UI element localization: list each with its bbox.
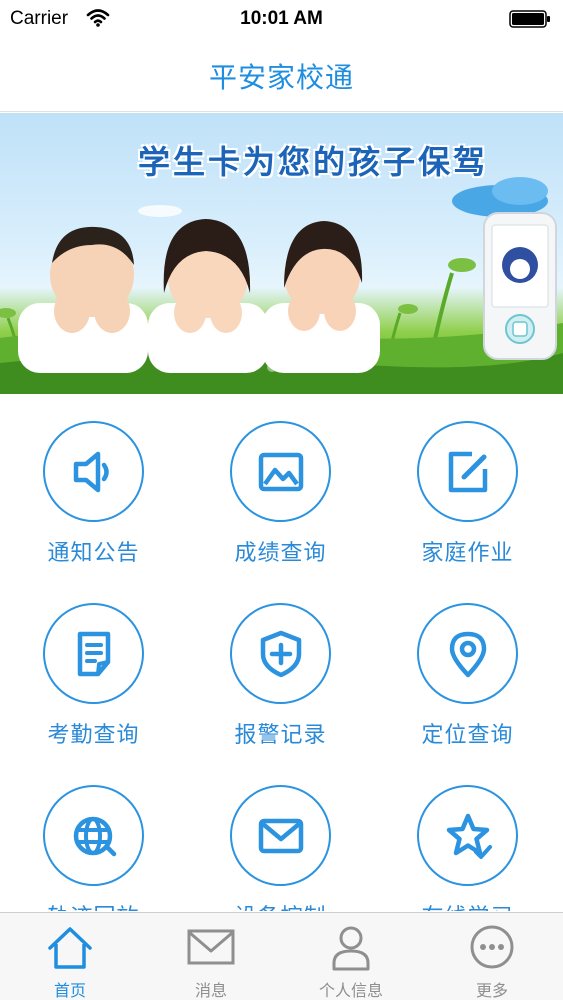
home-icon: [48, 927, 92, 969]
shield-plus-icon: [260, 630, 301, 677]
carousel-indicator[interactable]: [0, 362, 563, 372]
navigation-bar: 平安家校通: [0, 38, 563, 112]
feature-alarm-records[interactable]: 报警记录: [187, 577, 374, 759]
tab-bar: 首页 消息 个人信息 更多: [0, 912, 563, 1000]
person-icon: [332, 926, 370, 971]
tab-label: 更多: [475, 981, 508, 1000]
tab-home[interactable]: 首页: [0, 913, 140, 1000]
feature-label: 设备控制: [187, 899, 374, 911]
feature-label: 成绩查询: [234, 541, 327, 566]
more-icon: [470, 925, 514, 969]
tab-more[interactable]: 更多: [422, 913, 562, 1000]
feature-grades[interactable]: 成绩查询: [187, 395, 374, 577]
globe-icon: [73, 816, 116, 856]
feature-icon-circle[interactable]: [230, 785, 331, 886]
location-pin-icon: [449, 631, 486, 677]
feature-homework[interactable]: 家庭作业: [374, 395, 561, 577]
feature-attendance[interactable]: 考勤查询: [0, 577, 187, 759]
mail-icon: [258, 818, 303, 853]
feature-device-control[interactable]: 设备控制: [187, 759, 374, 911]
feature-grid: 通知公告 成绩查询 家庭作业 考勤查询 报警记录 定位查询: [0, 395, 563, 911]
carousel-dot[interactable]: [306, 362, 317, 372]
feature-icon-circle[interactable]: [230, 421, 331, 522]
banner-slogan: 学生卡为您的孩子保驾: [138, 143, 489, 181]
edit-icon: [448, 451, 487, 492]
feature-icon-circle[interactable]: [43, 421, 144, 522]
feature-label: 家庭作业: [421, 541, 514, 566]
feature-track-playback[interactable]: 轨迹回放: [0, 759, 187, 911]
promo-banner[interactable]: 学生卡为您的孩子保驾: [0, 113, 563, 394]
speaker-icon: [73, 451, 109, 492]
feature-label: 考勤查询: [47, 723, 140, 748]
feature-icon-circle[interactable]: [417, 421, 518, 522]
feature-label: 报警记录: [234, 723, 327, 748]
tab-messages[interactable]: 消息: [141, 913, 281, 1000]
tab-profile[interactable]: 个人信息: [281, 913, 421, 1000]
feature-label: 定位查询: [421, 723, 514, 748]
battery-icon: [509, 10, 550, 28]
carousel-dot[interactable]: [266, 362, 277, 372]
feature-icon-circle[interactable]: [230, 603, 331, 704]
feature-icon-circle[interactable]: [43, 785, 144, 886]
envelope-icon: [187, 929, 235, 965]
clock-time: 10:01 AM: [240, 8, 323, 29]
image-icon: [258, 452, 303, 491]
tab-label: 消息: [194, 981, 227, 1000]
carousel-dot[interactable]: [246, 362, 257, 372]
document-icon: [77, 631, 110, 676]
carousel-dot[interactable]: [286, 362, 297, 372]
tab-label: 首页: [53, 981, 86, 1000]
feature-notice[interactable]: 通知公告: [0, 395, 187, 577]
feature-label: 在线学习: [374, 899, 561, 911]
status-bar: Carrier 10:01 AM: [0, 0, 563, 38]
tab-label: 个人信息: [318, 981, 383, 1000]
feature-label: 轨迹回放: [0, 899, 187, 911]
star-check-icon: [446, 813, 492, 859]
feature-online-learning[interactable]: 在线学习: [374, 759, 561, 911]
feature-location[interactable]: 定位查询: [374, 577, 561, 759]
feature-icon-circle[interactable]: [43, 603, 144, 704]
feature-icon-circle[interactable]: [417, 785, 518, 886]
page-title: 平安家校通: [208, 61, 354, 94]
feature-icon-circle[interactable]: [417, 603, 518, 704]
feature-label: 通知公告: [47, 541, 140, 566]
